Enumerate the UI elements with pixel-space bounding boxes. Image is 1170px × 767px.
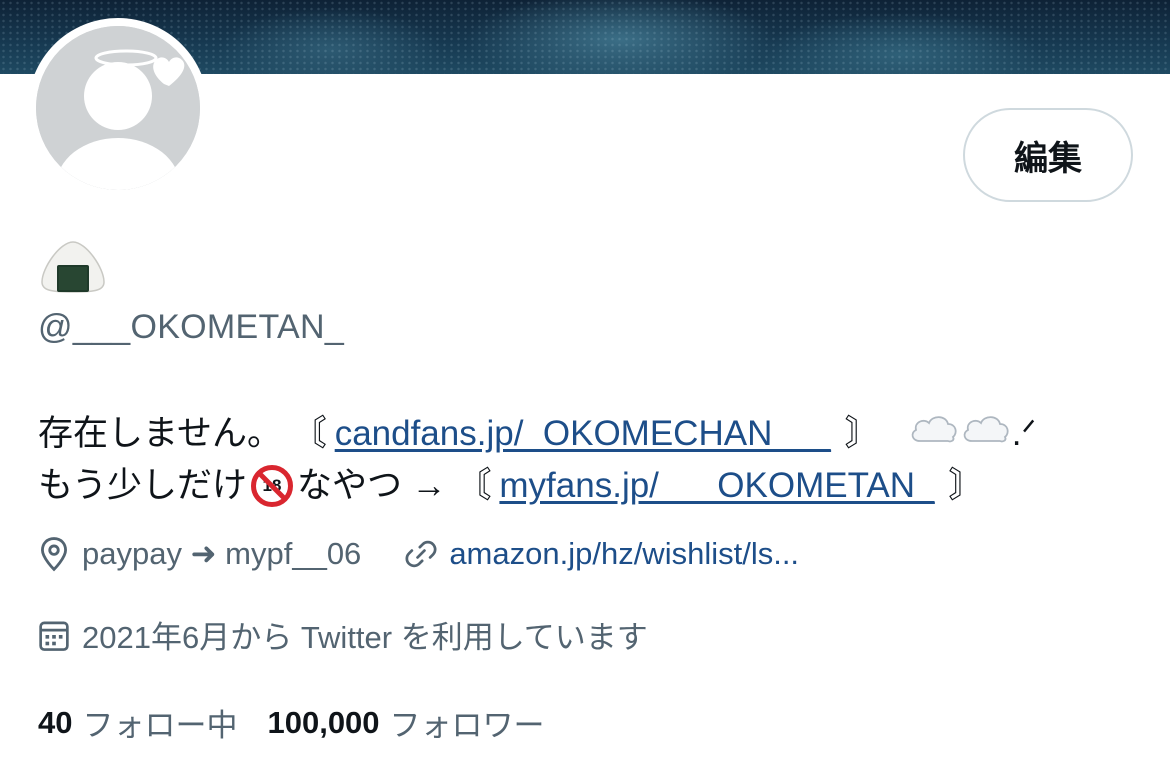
- profile-bio: 存在しません。 〘 candfans.jp/_OKOMECHAN___ 〙 .ᐟ…: [38, 408, 1148, 512]
- avatar[interactable]: [36, 26, 200, 190]
- profile-joined-row: 2021年6月から Twitter を利用しています: [38, 612, 648, 657]
- candfans-link[interactable]: candfans.jp/_OKOMECHAN___: [335, 408, 831, 460]
- profile-location: paypay ➜ mypf__06: [82, 536, 362, 571]
- following-count: 40: [38, 704, 73, 740]
- bio-bracket-close: 〙: [948, 466, 984, 505]
- edit-profile-button[interactable]: 編集: [963, 108, 1133, 202]
- bio-bracket-close: 〙: [844, 414, 880, 453]
- bio-text: なやつ → 〘: [296, 466, 492, 505]
- calendar-icon: [39, 621, 69, 651]
- profile-meta-row: paypay ➜ mypf__06 amazon.jp/hz/wishlist/…: [38, 536, 799, 572]
- bio-text: もう少しだけ: [38, 466, 247, 505]
- bio-line-1: 存在しません。 〘 candfans.jp/_OKOMECHAN___ 〙 .ᐟ: [38, 408, 1148, 460]
- myfans-link[interactable]: myfans.jp/___OKOMETAN_: [499, 460, 934, 512]
- followers-stat[interactable]: 100,000 フォロワー: [267, 700, 544, 745]
- cloud-emoji: [908, 408, 960, 460]
- profile-handle: @___OKOMETAN_: [38, 308, 345, 346]
- following-label: フォロー中: [82, 708, 238, 743]
- bio-sparkle: .ᐟ: [1011, 414, 1037, 453]
- link-icon: [405, 540, 437, 568]
- rice-ball-emoji: [38, 238, 108, 294]
- bio-text: 存在しません。 〘: [38, 414, 327, 453]
- bio-line-2: もう少しだけ 18 なやつ → 〘 myfans.jp/___OKOMETAN_…: [38, 460, 1148, 512]
- following-stat[interactable]: 40 フォロー中: [38, 700, 237, 745]
- followers-count: 100,000: [267, 704, 380, 740]
- location-pin-icon: [41, 537, 67, 572]
- cloud-emoji: [960, 408, 1012, 460]
- followers-label: フォロワー: [389, 708, 545, 743]
- profile-website-link[interactable]: amazon.jp/hz/wishlist/ls...: [449, 536, 799, 572]
- no-under-18-emoji: 18: [250, 465, 293, 507]
- profile-joined-date: 2021年6月から Twitter を利用しています: [82, 620, 648, 655]
- profile-stats: 40 フォロー中 100,000 フォロワー: [38, 700, 545, 745]
